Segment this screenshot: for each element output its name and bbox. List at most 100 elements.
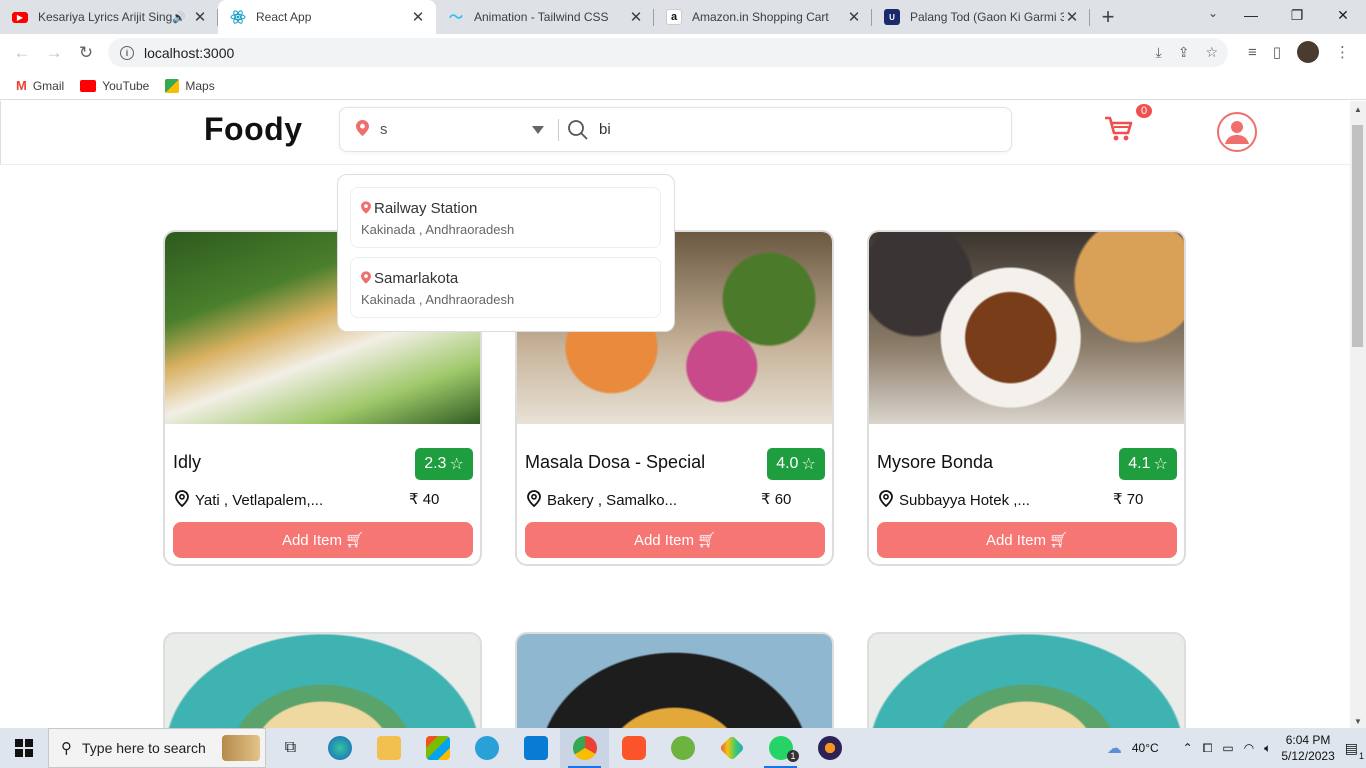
wifi-icon[interactable]: ◠ (1244, 741, 1254, 755)
location-dropdown-icon[interactable] (532, 123, 552, 137)
suggestion-name: Samarlakota (374, 270, 459, 287)
search-highlight-icon[interactable] (216, 728, 266, 768)
restaurant-address: Subbayya Hotek ,... (879, 490, 1039, 511)
cart-icon[interactable] (1104, 115, 1134, 143)
notification-icon[interactable]: ▤ 1 (1345, 740, 1364, 761)
site-info-icon[interactable]: i (120, 45, 134, 60)
bookmark-star-icon[interactable]: ☆ (1205, 44, 1218, 61)
weather-cloud-icon[interactable]: ☁ (1107, 739, 1122, 757)
file-explorer-icon[interactable] (364, 728, 413, 768)
browser-tab[interactable]: a Amazon.in Shopping Cart ✕ (654, 0, 872, 34)
share-icon[interactable]: ⇪ (1178, 44, 1190, 61)
rating-badge: 4.0 ☆ (767, 448, 825, 480)
browser-tab[interactable]: U Palang Tod (Gaon Ki Garmi 3) ✕ (872, 0, 1090, 34)
food-card-image-partial[interactable] (163, 632, 482, 728)
close-tab-icon[interactable]: ✕ (192, 8, 208, 26)
location-suggestions: Railway Station Kakinada , Andhraoradesh… (337, 174, 675, 332)
windows-start-icon[interactable] (0, 728, 48, 768)
spring-tool-icon[interactable] (658, 728, 707, 768)
media-control-icon[interactable]: ≡ (1248, 44, 1257, 61)
ullu-icon: U (884, 9, 900, 25)
git-icon[interactable] (707, 728, 756, 768)
location-input[interactable] (380, 121, 530, 138)
react-icon (230, 9, 246, 25)
eclipse-icon[interactable] (805, 728, 854, 768)
food-card-image-partial[interactable] (867, 632, 1186, 728)
price-value: 70 (1126, 491, 1144, 508)
clock[interactable]: 6:04 PM 5/12/2023 (1281, 732, 1334, 764)
cart-icon: 🛒︎ (1048, 532, 1069, 549)
profile-avatar[interactable] (1297, 41, 1319, 63)
back-icon[interactable]: ← (6, 43, 38, 63)
scroll-up-icon[interactable]: ▲ (1354, 105, 1362, 114)
food-card-image-partial[interactable] (515, 632, 834, 728)
close-tab-icon[interactable]: ✕ (846, 8, 862, 26)
bookmark-maps[interactable]: Maps (165, 78, 215, 93)
address-bar[interactable]: i localhost:3000 ⤓ ⇪ ☆ (108, 38, 1228, 67)
youtube-icon (80, 79, 97, 92)
battery-icon[interactable]: ▭ (1222, 741, 1233, 755)
vscode-icon[interactable] (511, 728, 560, 768)
side-panel-icon[interactable]: ▯ (1273, 43, 1281, 61)
food-search-input[interactable] (599, 121, 1011, 138)
tab-title: Animation - Tailwind CSS (474, 10, 609, 24)
food-price: ₹ 60 (761, 490, 791, 508)
restaurant-address: Bakery , Samalko... (527, 490, 687, 511)
menu-icon[interactable]: ⋮ (1335, 43, 1350, 61)
edge-icon[interactable] (315, 728, 364, 768)
microsoft-store-icon[interactable] (413, 728, 462, 768)
whatsapp-icon[interactable]: 1 (756, 728, 805, 768)
suggestion-item[interactable]: Railway Station Kakinada , Andhraoradesh (350, 187, 661, 248)
suggestion-item[interactable]: Samarlakota Kakinada , Andhraoradesh (350, 257, 661, 318)
food-image[interactable] (869, 232, 1184, 424)
page-viewport: Foody 0 Railway Station (0, 101, 1350, 728)
bookmark-youtube[interactable]: YouTube (80, 79, 149, 93)
install-icon[interactable]: ⤓ (1156, 44, 1162, 61)
brave-icon[interactable] (609, 728, 658, 768)
page-scrollbar[interactable]: ▲ ▼ (1350, 101, 1366, 728)
new-tab-button[interactable]: + (1090, 0, 1126, 34)
window-controls: — ❐ ✕ (1228, 0, 1366, 30)
price-value: 60 (774, 491, 792, 508)
tray-chevron-icon[interactable]: ⌃ (1183, 741, 1193, 755)
search-icon (567, 119, 589, 141)
task-view-icon[interactable]: ⧉ (266, 728, 315, 768)
browser-tab[interactable]: 〜 Animation - Tailwind CSS ✕ (436, 0, 654, 34)
add-item-button[interactable]: Add Item 🛒︎ (877, 522, 1177, 558)
weather-temp[interactable]: 40°C (1132, 741, 1159, 755)
tab-search-chevron-icon[interactable]: ⌄ (1208, 6, 1218, 20)
close-tab-icon[interactable]: ✕ (410, 8, 426, 26)
volume-icon[interactable]: 🔈︎ (1264, 741, 1271, 756)
browser-tab-active[interactable]: React App ✕ (218, 0, 436, 34)
add-item-button[interactable]: Add Item 🛒︎ (173, 522, 473, 558)
forward-icon[interactable]: → (38, 43, 70, 63)
currency-symbol: ₹ (1113, 491, 1123, 508)
browser-tab[interactable]: ▶ Kesariya Lyrics Arijit Singh 🔊 ✕ (0, 0, 218, 34)
food-name: Mysore Bonda (877, 452, 994, 472)
app-logo[interactable]: Foody (204, 111, 302, 148)
close-window-icon[interactable]: ✕ (1320, 0, 1366, 30)
meet-icon[interactable]: ⧠ (1203, 741, 1213, 756)
close-tab-icon[interactable]: ✕ (628, 8, 644, 26)
chrome-icon[interactable] (560, 728, 609, 768)
restore-icon[interactable]: ❐ (1274, 0, 1320, 30)
add-item-button[interactable]: Add Item 🛒︎ (525, 522, 825, 558)
price-value: 40 (422, 491, 440, 508)
telegram-icon[interactable] (462, 728, 511, 768)
currency-symbol: ₹ (409, 491, 419, 508)
reload-icon[interactable]: ↻ (70, 43, 102, 63)
scroll-down-icon[interactable]: ▼ (1354, 717, 1362, 726)
button-label: Add Item (281, 531, 342, 549)
audio-icon[interactable]: 🔊 (172, 11, 186, 24)
bookmark-gmail[interactable]: M Gmail (16, 78, 64, 93)
close-tab-icon[interactable]: ✕ (1064, 8, 1080, 26)
cart-icon: 🛒︎ (344, 532, 365, 549)
suggestion-name: Railway Station (374, 200, 478, 217)
star-icon: ☆ (1153, 456, 1168, 473)
minimize-icon[interactable]: — (1228, 0, 1274, 30)
address-text: Subbayya Hotek ,... (899, 492, 1030, 509)
tailwind-icon: 〜 (449, 9, 463, 25)
user-profile-icon[interactable] (1217, 112, 1257, 152)
scrollbar-thumb[interactable] (1352, 125, 1363, 347)
whatsapp-badge: 1 (787, 750, 799, 762)
